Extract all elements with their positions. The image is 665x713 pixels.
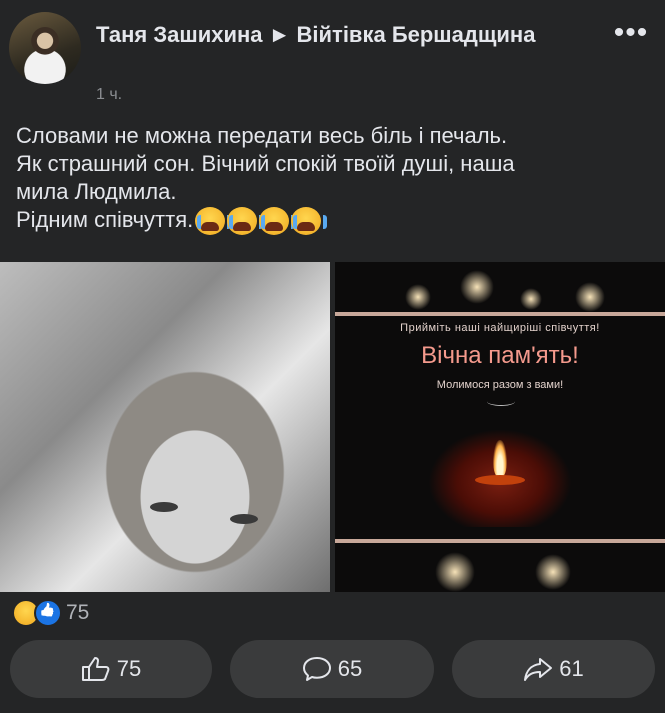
- crying-face-icon: [195, 207, 232, 236]
- crying-emoji-row: [195, 207, 328, 236]
- post-header: Таня Зашихина ► Війтівка Бершадщина 1 ч.…: [0, 0, 665, 112]
- post-text: Словами не можна передати весь біль і пе…: [16, 122, 656, 236]
- share-icon: [524, 658, 553, 681]
- like-button[interactable]: 75: [10, 640, 212, 698]
- eye-shape: [150, 502, 178, 512]
- author-avatar[interactable]: [9, 12, 81, 84]
- post-text-line-3: мила Людмила.: [16, 179, 177, 204]
- post-timestamp[interactable]: 1 ч.: [96, 86, 122, 104]
- reaction-count: 75: [66, 601, 90, 624]
- bokeh-light: [520, 288, 542, 310]
- divider-line: [335, 312, 665, 316]
- post-photos: Прийміть наші найщиріші співчуття! Вічна…: [0, 262, 665, 592]
- memorial-photo[interactable]: Прийміть наші найщиріші співчуття! Вічна…: [335, 262, 665, 592]
- bokeh-light: [405, 284, 431, 310]
- author-name[interactable]: Таня Зашихина ► Війтівка Бершадщина: [96, 18, 576, 51]
- share-button[interactable]: 61: [452, 640, 655, 698]
- post-text-line-4: Рідним співчуття.: [16, 206, 656, 236]
- post-text-line-1: Словами не можна передати весь біль і пе…: [16, 123, 508, 148]
- candle-flame-icon: [493, 440, 507, 478]
- comment-icon: [302, 657, 331, 681]
- more-icon[interactable]: •••: [613, 18, 649, 48]
- like-count: 75: [116, 656, 142, 681]
- thumbs-up-icon: [81, 657, 110, 681]
- share-count: 61: [559, 656, 584, 681]
- bokeh-light: [535, 554, 571, 590]
- eye-shape: [230, 514, 258, 524]
- bokeh-light: [575, 282, 605, 312]
- like-reaction-icon: [34, 599, 62, 627]
- reactions-summary[interactable]: 75: [12, 598, 89, 628]
- crying-face-icon: [291, 207, 328, 236]
- divider-line: [335, 539, 665, 543]
- crying-face-icon: [259, 207, 296, 236]
- portrait-photo[interactable]: [0, 262, 330, 592]
- post-text-line-2: Як страшний сон. Вічний спокій твоїй душ…: [16, 151, 515, 176]
- condolence-text: Прийміть наші найщиріші співчуття!: [400, 322, 600, 334]
- comment-count: 65: [337, 656, 363, 681]
- memory-title: Вічна пам'ять!: [421, 342, 579, 369]
- post-text-last: Рідним співчуття.: [16, 207, 194, 232]
- bokeh-light: [460, 270, 494, 304]
- comment-button[interactable]: 65: [230, 640, 434, 698]
- crying-face-icon: [227, 207, 264, 236]
- bokeh-light: [435, 552, 475, 592]
- candle-cup: [475, 475, 525, 485]
